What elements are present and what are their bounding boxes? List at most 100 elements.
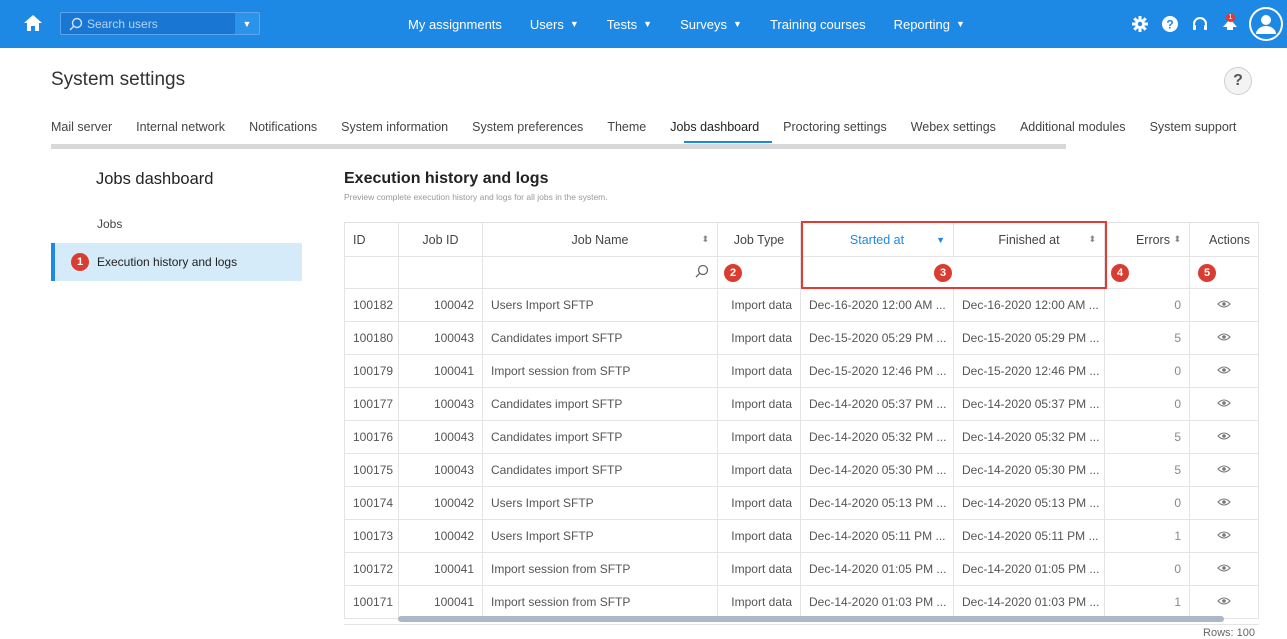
table-row[interactable]: 100173 100042 Users Import SFTP Import data… (344, 520, 1259, 553)
tab-webex-settings[interactable]: Webex settings (911, 120, 996, 140)
search-icon[interactable] (695, 264, 709, 281)
eye-icon[interactable] (1217, 397, 1231, 411)
tabs-scrollbar[interactable] (51, 144, 1066, 149)
table-row[interactable]: 100179 100041 Import session from SFTP Impo… (344, 355, 1259, 388)
cell-started: Dec-14-2020 05:30 PM ... (801, 454, 954, 486)
table-row[interactable]: 100182 100042 Users Import SFTP Import data… (344, 289, 1259, 322)
sort-icon[interactable]: ⬍ (701, 234, 709, 245)
gear-icon[interactable] (1129, 13, 1151, 35)
column-header-job-id[interactable]: Job ID (399, 223, 483, 256)
search-dropdown-caret-icon[interactable]: ▼ (235, 13, 259, 34)
sidebar-item-label: Execution history and logs (97, 255, 238, 269)
tab-jobs-dashboard[interactable]: Jobs dashboard (670, 120, 759, 140)
cell-errors: 0 (1105, 355, 1190, 387)
filter-job-type[interactable]: 2 (718, 257, 801, 288)
column-header-started-at[interactable]: Started at ▼ (801, 223, 954, 256)
sidebar-item-execution-history[interactable]: 1 Execution history and logs (51, 243, 302, 281)
tab-internal-network[interactable]: Internal network (136, 120, 225, 140)
cell-type: Import data (718, 586, 801, 618)
section-subtitle: Preview complete execution history and l… (344, 192, 608, 202)
search-users-box[interactable]: ▼ (60, 12, 260, 35)
tab-proctoring-settings[interactable]: Proctoring settings (783, 120, 887, 140)
sidebar-item-label: Jobs (97, 217, 123, 231)
cell-type: Import data (718, 355, 801, 387)
eye-icon[interactable] (1217, 529, 1231, 543)
tab-system-information[interactable]: System information (341, 120, 448, 140)
eye-icon[interactable] (1217, 364, 1231, 378)
cell-job-id: 100042 (399, 520, 483, 552)
table-row[interactable]: 100171 100041 Import session from SFTP Impo… (344, 586, 1259, 619)
cell-finished: Dec-14-2020 05:30 PM ... (954, 454, 1105, 486)
filter-errors[interactable]: 4 (1105, 257, 1190, 288)
cell-id: 100174 (344, 487, 399, 519)
tab-system-support[interactable]: System support (1150, 120, 1237, 140)
table-row[interactable]: 100177 100043 Candidates import SFTP Import… (344, 388, 1259, 421)
tab-system-preferences[interactable]: System preferences (472, 120, 583, 140)
eye-icon[interactable] (1217, 298, 1231, 312)
search-input[interactable] (87, 16, 227, 31)
column-header-id[interactable]: ID (344, 223, 399, 256)
cell-name: Import session from SFTP (483, 355, 718, 387)
cell-started: Dec-15-2020 05:29 PM ... (801, 322, 954, 354)
svg-text:?: ? (1166, 18, 1173, 32)
sort-icon[interactable]: ⬍ (1173, 234, 1181, 245)
table-horizontal-scrollbar[interactable] (398, 616, 1224, 622)
eye-icon[interactable] (1217, 562, 1231, 576)
notifications-icon[interactable]: 1 (1219, 13, 1241, 35)
column-header-job-type[interactable]: Job Type (718, 223, 801, 256)
filter-finished-at[interactable]: 3 (934, 257, 1105, 288)
cell-type: Import data (718, 322, 801, 354)
nav-item-tests[interactable]: Tests ▼ (607, 17, 652, 32)
tab-notifications[interactable]: Notifications (249, 120, 317, 140)
headset-icon[interactable] (1189, 13, 1211, 35)
table-row[interactable]: 100180 100043 Candidates import SFTP Import… (344, 322, 1259, 355)
sidebar-item-jobs[interactable]: Jobs (51, 205, 302, 243)
nav-item-surveys[interactable]: Surveys ▼ (680, 17, 742, 32)
top-navigation-bar: ▼ My assignments Users▼ Tests▼ Surveys▼ Trai… (0, 0, 1287, 48)
column-header-job-name[interactable]: Job Name ⬍ (483, 223, 718, 256)
home-icon[interactable] (22, 12, 44, 34)
filter-job-id[interactable] (399, 257, 483, 288)
cell-actions (1190, 553, 1259, 585)
cell-type: Import data (718, 454, 801, 486)
cell-finished: Dec-14-2020 05:11 PM ... (954, 520, 1105, 552)
page-help-button[interactable]: ? (1224, 67, 1252, 95)
callout-badge: 3 (934, 263, 952, 282)
filter-job-name[interactable] (483, 257, 718, 288)
tab-additional-modules[interactable]: Additional modules (1020, 120, 1126, 140)
table-row[interactable]: 100174 100042 Users Import SFTP Import data… (344, 487, 1259, 520)
cell-name: Import session from SFTP (483, 586, 718, 618)
nav-item-my-assignments[interactable]: My assignments (408, 17, 502, 32)
filter-id[interactable] (344, 257, 399, 288)
user-avatar-icon[interactable] (1249, 7, 1283, 41)
eye-icon[interactable] (1217, 595, 1231, 609)
sort-descending-icon[interactable]: ▼ (936, 235, 945, 245)
filter-started-at[interactable] (801, 257, 954, 288)
tab-mail-server[interactable]: Mail server (51, 120, 112, 140)
cell-errors: 0 (1105, 553, 1190, 585)
cell-started: Dec-15-2020 12:46 PM ... (801, 355, 954, 387)
eye-icon[interactable] (1217, 463, 1231, 477)
table-row[interactable]: 100172 100041 Import session from SFTP Impo… (344, 553, 1259, 586)
nav-item-reporting[interactable]: Reporting ▼ (894, 17, 965, 32)
toolbar-right: ? 1 (1129, 0, 1287, 48)
column-header-errors[interactable]: Errors ⬍ (1105, 223, 1190, 256)
cell-actions (1190, 289, 1259, 321)
cell-name: Users Import SFTP (483, 289, 718, 321)
sort-icon[interactable]: ⬍ (1088, 234, 1096, 245)
nav-item-users[interactable]: Users ▼ (530, 17, 579, 32)
table-row[interactable]: 100175 100043 Candidates import SFTP Import… (344, 454, 1259, 487)
column-header-finished-at[interactable]: Finished at ⬍ (954, 223, 1105, 256)
cell-actions (1190, 454, 1259, 486)
help-icon[interactable]: ? (1159, 13, 1181, 35)
table-row[interactable]: 100176 100043 Candidates import SFTP Import… (344, 421, 1259, 454)
eye-icon[interactable] (1217, 331, 1231, 345)
tab-theme[interactable]: Theme (607, 120, 646, 140)
cell-type: Import data (718, 520, 801, 552)
cell-name: Candidates import SFTP (483, 454, 718, 486)
cell-name: Users Import SFTP (483, 520, 718, 552)
cell-errors: 0 (1105, 487, 1190, 519)
eye-icon[interactable] (1217, 496, 1231, 510)
nav-item-training-courses[interactable]: Training courses (770, 17, 866, 32)
eye-icon[interactable] (1217, 430, 1231, 444)
